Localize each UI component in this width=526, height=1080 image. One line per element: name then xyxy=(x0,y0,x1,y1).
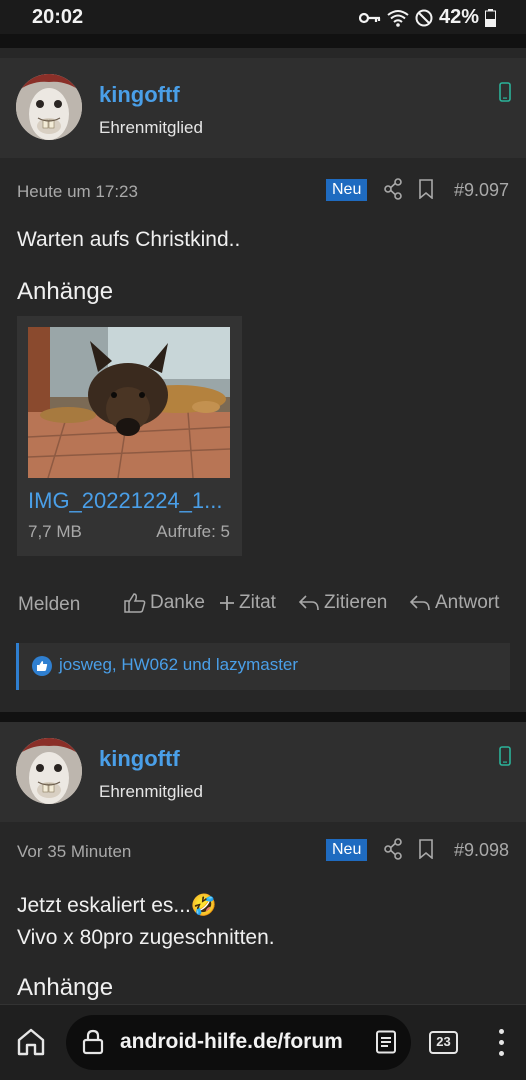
post-timestamp[interactable]: Heute um 17:23 xyxy=(17,182,138,202)
avatar[interactable] xyxy=(16,74,82,140)
post-9098: kingoftf Ehrenmitglied Vor 35 Minuten Ne… xyxy=(0,722,526,1004)
key-icon xyxy=(358,12,381,23)
post-user-block: kingoftf Ehrenmitglied xyxy=(0,58,526,158)
home-icon[interactable] xyxy=(16,1027,46,1057)
reply-arrow-icon xyxy=(298,595,319,611)
attachment-card[interactable]: IMG_20221224_1... 7,7 MB Aufrufe: 5 xyxy=(17,316,242,556)
message-line: Warten aufs Christkind.. xyxy=(17,228,241,251)
reply-arrow-icon xyxy=(409,595,430,611)
message-line: Vivo x 80pro zugeschnitten. xyxy=(17,926,275,949)
bookmark-icon[interactable] xyxy=(418,179,434,199)
avatar[interactable] xyxy=(16,738,82,804)
battery-icon xyxy=(485,8,496,27)
post-meta: Vor 35 Minuten Neu #9.098 xyxy=(0,836,526,866)
plus-icon xyxy=(220,596,234,610)
divider xyxy=(0,712,526,722)
post-actions: Melden Danke Zitat Zitieren Antwort xyxy=(0,592,526,622)
attachment-filename[interactable]: IMG_20221224_1... xyxy=(28,488,230,514)
thanks-button[interactable]: Danke xyxy=(124,592,205,614)
new-badge: Neu xyxy=(326,839,368,861)
smartphone-icon xyxy=(499,746,511,766)
lock-icon[interactable] xyxy=(82,1029,104,1055)
battery-percent: 42% xyxy=(438,6,479,28)
browser-toolbar: android-hilfe.de/forum 23 xyxy=(0,1004,526,1080)
post-9097: kingoftf Ehrenmitglied Heute um 17:23 Ne… xyxy=(0,48,526,712)
tab-switcher-button[interactable]: 23 xyxy=(429,1031,458,1054)
add-quote-button[interactable]: Zitat xyxy=(219,592,276,614)
report-button[interactable]: Melden xyxy=(18,594,80,616)
thumbs-up-icon xyxy=(124,593,146,613)
attachment-views: Aufrufe: 5 xyxy=(156,522,230,541)
attachment-size: 7,7 MB xyxy=(28,522,82,541)
attachments-heading: Anhänge xyxy=(17,974,114,1001)
share-icon[interactable] xyxy=(383,838,403,860)
report-label: Melden xyxy=(18,594,81,615)
wifi-icon xyxy=(387,9,409,27)
post-user-block: kingoftf Ehrenmitglied xyxy=(0,722,526,822)
username[interactable]: kingoftf xyxy=(99,746,180,772)
divider xyxy=(0,34,526,48)
post-number[interactable]: #9.097 xyxy=(454,180,509,201)
like-icon xyxy=(32,656,52,676)
share-icon[interactable] xyxy=(383,178,403,200)
reaction-users[interactable]: josweg, HW062 und lazymaster xyxy=(59,655,298,675)
add-quote-label: Zitat xyxy=(239,592,276,613)
reply-label: Antwort xyxy=(435,592,500,613)
post-message: Warten aufs Christkind.. xyxy=(17,224,240,256)
user-title: Ehrenmitglied xyxy=(99,118,203,137)
reactions-bar[interactable]: josweg, HW062 und lazymaster xyxy=(16,643,510,690)
post-meta: Heute um 17:23 Neu #9.097 xyxy=(0,176,526,206)
attachments-heading: Anhänge xyxy=(17,278,114,305)
smartphone-icon xyxy=(499,82,511,102)
post-timestamp[interactable]: Vor 35 Minuten xyxy=(17,842,131,862)
quote-button[interactable]: Zitieren xyxy=(298,592,387,614)
reply-button[interactable]: Antwort xyxy=(409,592,499,614)
user-title: Ehrenmitglied xyxy=(99,782,203,801)
url-text[interactable]: android-hilfe.de/forum xyxy=(120,1030,355,1054)
reader-mode-icon[interactable] xyxy=(375,1030,397,1054)
do-not-disturb-icon xyxy=(415,9,433,26)
status-bar: 20:02 42% xyxy=(0,0,526,34)
quote-label: Zitieren xyxy=(324,592,388,613)
post-number[interactable]: #9.098 xyxy=(454,840,509,861)
bookmark-icon[interactable] xyxy=(418,839,434,859)
address-bar[interactable]: android-hilfe.de/forum xyxy=(66,1015,411,1070)
post-message: Jetzt eskaliert es...🤣 Vivo x 80pro zuge… xyxy=(17,890,275,954)
status-time: 20:02 xyxy=(32,6,84,28)
more-menu-icon[interactable] xyxy=(497,1029,507,1062)
message-line: Jetzt eskaliert es...🤣 xyxy=(17,894,218,917)
attachment-thumbnail[interactable] xyxy=(28,327,230,478)
new-badge: Neu xyxy=(326,179,368,201)
username[interactable]: kingoftf xyxy=(99,82,180,108)
thanks-label: Danke xyxy=(150,592,205,613)
